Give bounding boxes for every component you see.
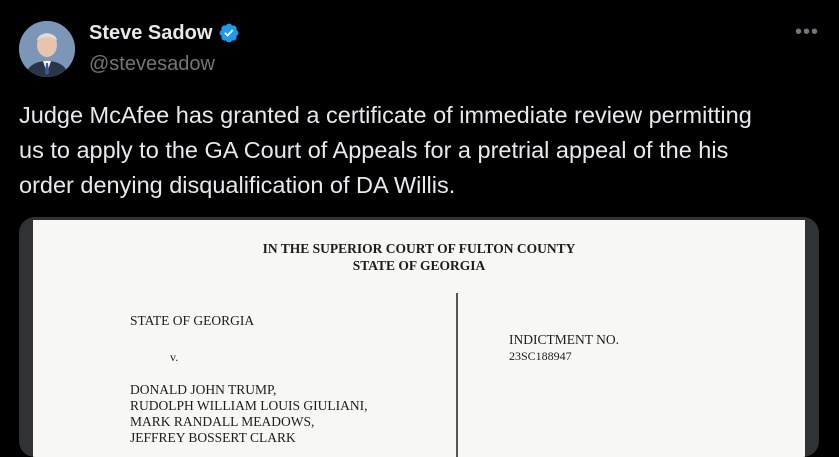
defendant-name: JEFFREY BOSSERT CLARK: [130, 430, 296, 445]
defendant-name: DONALD JOHN TRUMP,: [130, 382, 277, 397]
avatar-image: [19, 21, 75, 77]
indictment-number: 23SC188947: [509, 349, 572, 363]
author-display-name[interactable]: Steve Sadow: [89, 20, 212, 46]
author-handle[interactable]: @stevesadow: [89, 51, 215, 77]
court-heading-line-2: STATE OF GEORGIA: [352, 258, 486, 273]
court-heading: IN THE SUPERIOR COURT OF FULTON COUNTY S…: [33, 240, 805, 274]
indictment-block: INDICTMENT NO. 23SC188947: [509, 332, 619, 364]
versus-label: v.: [170, 350, 179, 364]
defendants-list: DONALD JOHN TRUMP, RUDOLPH WILLIAM LOUIS…: [130, 382, 367, 446]
caption-divider: [456, 293, 458, 457]
avatar[interactable]: [19, 21, 75, 77]
defendant-name: MARK RANDALL MEADOWS,: [130, 414, 315, 429]
court-heading-line-1: IN THE SUPERIOR COURT OF FULTON COUNTY: [262, 241, 576, 256]
plaintiff-block: STATE OF GEORGIA: [130, 313, 254, 329]
defendant-name: RUDOLPH WILLIAM LOUIS GIULIANI,: [130, 398, 368, 413]
indictment-label: INDICTMENT NO.: [509, 332, 619, 347]
court-document: IN THE SUPERIOR COURT OF FULTON COUNTY S…: [33, 220, 805, 457]
verified-badge-icon[interactable]: [218, 22, 240, 44]
plaintiff-name: STATE OF GEORGIA: [130, 313, 255, 328]
author-name-row[interactable]: Steve Sadow: [89, 20, 240, 46]
tweet-media-image[interactable]: IN THE SUPERIOR COURT OF FULTON COUNTY S…: [19, 217, 819, 457]
tweet-text: Judge McAfee has granted a certificate o…: [19, 102, 752, 198]
more-options-icon[interactable]: •••: [795, 22, 819, 42]
